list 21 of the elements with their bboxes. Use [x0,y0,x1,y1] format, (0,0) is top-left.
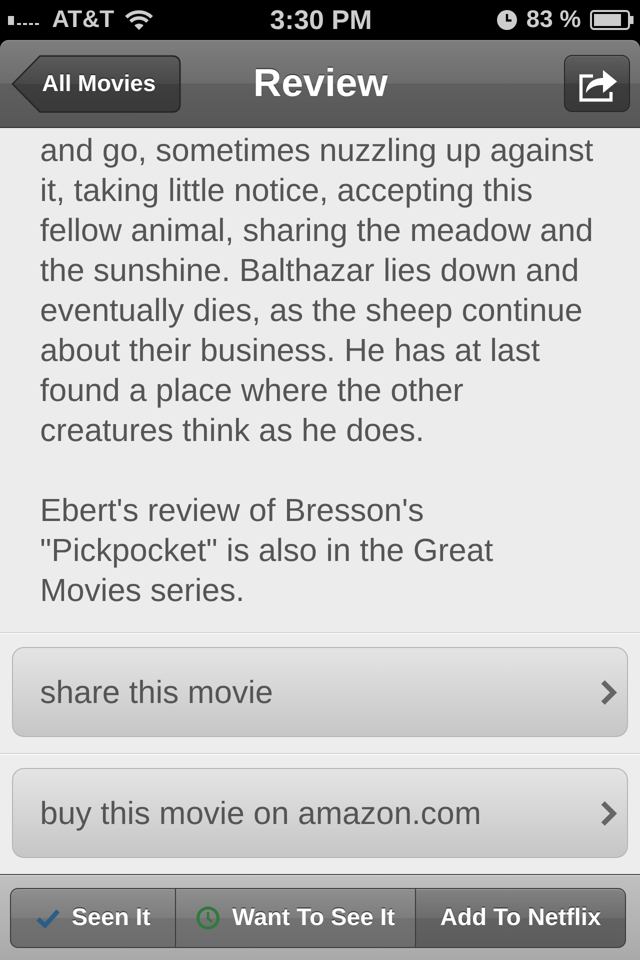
share-button[interactable] [564,55,630,112]
back-button[interactable]: All Movies [11,54,181,112]
carrier-name: AT&T [52,6,114,34]
battery-percent: 83 % [526,6,581,34]
clock-icon [196,906,220,930]
status-time: 3:30 PM [270,4,372,36]
battery-icon [590,10,634,30]
link-row-button[interactable]: buy this movie on amazon.com [12,768,628,858]
toolbar-button[interactable]: Add To Netflix [416,888,626,948]
toolbar-button[interactable]: Seen It [10,888,176,948]
toolbar-button[interactable]: Want To See It [176,888,416,948]
wifi-icon [124,9,154,31]
signal-strength-icon [8,16,42,24]
chevron-right-icon [600,800,617,826]
screen-title: Review [253,62,388,106]
checkmark-icon [36,908,60,928]
review-paragraph: Ebert's review of Bresson's "Pickpocket" is also in the Great Movies series. [40,491,494,610]
chevron-right-icon [600,678,617,706]
clock-icon [497,10,518,30]
link-row-button[interactable]: share this movie [12,647,628,737]
review-paragraph: and go, sometimes nuzzling up against it, taking little notice, accepting this fellow animal, sharing the meadow and the sunshine. Balthazar lies down and eventually dies, as the sheep continue about their business. He has at last found a place where the other creatures think as he does. [40,131,594,450]
